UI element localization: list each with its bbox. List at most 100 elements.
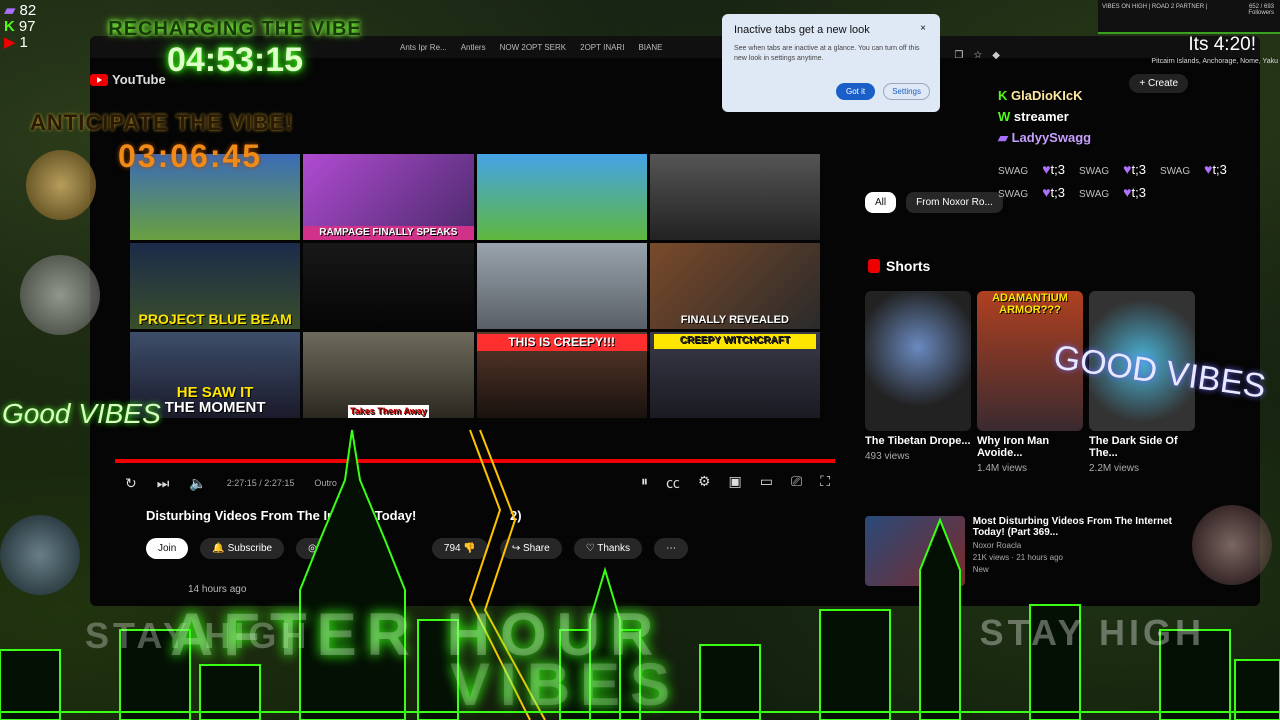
tab[interactable]: NOW 2OPT SERK bbox=[500, 43, 567, 52]
swag-emote: SWAG bbox=[1078, 188, 1110, 200]
heart-icon: ♥ bbox=[1042, 161, 1051, 177]
cast-icon[interactable]: ⎚ bbox=[791, 473, 802, 493]
short-overlay-text: ADAMANTIUM ARMOR??? bbox=[992, 292, 1068, 316]
thumbnail-caption-line: THE MOMENT bbox=[164, 399, 266, 417]
chat-username: streamer bbox=[1013, 109, 1069, 124]
volume-icon[interactable]: 🔈 bbox=[189, 475, 206, 492]
shorts-icon bbox=[868, 259, 880, 273]
share-button[interactable]: ↪ Share bbox=[499, 538, 562, 559]
video-progress-bar[interactable] bbox=[115, 459, 835, 463]
popup-buttons: Got it Settings bbox=[835, 83, 930, 100]
next-icon[interactable]: ⏭ bbox=[157, 475, 170, 492]
emote-text: t;3 bbox=[1050, 162, 1065, 177]
chat-username: LadyySwagg bbox=[1011, 130, 1092, 145]
viewer-stats: ▰ 82 K 97 ▶ 1 bbox=[4, 3, 36, 50]
autoplay-toggle-icon[interactable]: ⏸ bbox=[641, 473, 648, 493]
emote-text: t;3 bbox=[1212, 162, 1227, 177]
miniplayer-icon[interactable]: ▣ bbox=[729, 473, 742, 493]
chat-overlay: K GlaDioKIcK W streamer ▰ LadyySwagg bbox=[998, 88, 1178, 152]
short-views: 1.4M views bbox=[977, 463, 1028, 474]
video-thumbnail-grid[interactable]: RAMPAGE FINALLY SPEAKS PROJECT BLUE BEAM… bbox=[130, 154, 820, 418]
bookmark-icon[interactable]: ☆ bbox=[973, 50, 982, 61]
recommended-title: Most Disturbing Videos From The Internet… bbox=[972, 516, 1172, 538]
browser-toolbar: ❐ ☆ ◆ bbox=[954, 50, 1000, 61]
thanks-button[interactable]: ♡ Thanks bbox=[573, 538, 643, 559]
subscribe-label: Subscribe bbox=[227, 543, 273, 554]
recommended-video[interactable]: 2:14:11 Most Disturbing Videos From The … bbox=[865, 516, 1185, 586]
short-views: 2.2M views bbox=[1089, 463, 1140, 474]
replay-icon[interactable]: ↻ bbox=[125, 475, 137, 492]
timezones: Pitcairn Islands, Anchorage, Nome, Yaku bbox=[1151, 58, 1278, 65]
short-title: The Tibetan Drope... bbox=[865, 435, 971, 447]
got-it-button[interactable]: Got it bbox=[835, 83, 876, 100]
thumbnail-caption: THIS IS CREEPY!!! bbox=[476, 334, 647, 351]
share-label: Share bbox=[523, 543, 550, 554]
banner-title: VIBES ON HIGH | ROAD 2 PARTNER | bbox=[1102, 4, 1208, 10]
tab-icon[interactable]: ❐ bbox=[954, 50, 963, 61]
cat-sticker bbox=[1192, 505, 1272, 585]
swag-emote: SWAG bbox=[998, 188, 1029, 200]
stream-banner: VIBES ON HIGH | ROAD 2 PARTNER | 652 / 6… bbox=[1098, 0, 1280, 34]
tab[interactable]: Ants Ipr Re... bbox=[400, 43, 447, 52]
video-title-text: Disturbing Videos From The Internet Toda… bbox=[146, 508, 417, 523]
short-item[interactable]: The Tibetan Drope... 493 views bbox=[865, 291, 971, 474]
inactive-tabs-popup: Inactive tabs get a new look × See when … bbox=[722, 14, 940, 112]
like-button[interactable]: 794 👎 bbox=[431, 538, 488, 559]
recharging-countdown: RECHARGING THE VIBE 04:53:15 bbox=[80, 18, 390, 80]
extension-icon[interactable]: ◆ bbox=[992, 50, 1000, 61]
chip-all[interactable]: All bbox=[865, 192, 897, 213]
youtube-count: 1 bbox=[19, 33, 28, 51]
thumbnail: Takes Them Away bbox=[303, 332, 474, 418]
captions-icon[interactable]: ㏄ bbox=[666, 473, 680, 493]
twitch-icon: ▰ bbox=[4, 2, 16, 19]
cat-sticker bbox=[20, 255, 100, 335]
player-controls: ↻ ⏭ 🔈 2:27:15 / 2:27:15 Outro ⏸ ㏄ ⚙ ▣ ▭ … bbox=[125, 472, 830, 494]
join-button[interactable]: Join bbox=[146, 538, 189, 559]
tab[interactable]: 2OPT INARI bbox=[580, 43, 624, 52]
swag-emote: SWAG bbox=[1078, 166, 1110, 177]
settings-button[interactable]: Settings bbox=[883, 83, 930, 100]
related-filter-chips: All From Noxor Ro... bbox=[865, 192, 1003, 213]
stay-high-sign-right: STAY HIGH bbox=[979, 612, 1205, 653]
short-item[interactable]: ADAMANTIUM ARMOR??? Why Iron Man Avoide.… bbox=[977, 291, 1083, 474]
subscribe-button[interactable]: 🔔 Subscribe bbox=[200, 538, 285, 559]
chip-from-channel[interactable]: From Noxor Ro... bbox=[906, 192, 1003, 213]
kick-icon: K bbox=[998, 88, 1011, 103]
thumbnail bbox=[476, 154, 647, 240]
emote-row: SWAG ♥t;3 SWAG ♥t;3 SWAG ♥t;3 bbox=[998, 158, 1278, 181]
chapter-label[interactable]: Outro bbox=[314, 478, 337, 488]
more-actions-button[interactable]: ⋯ bbox=[654, 538, 689, 559]
youtube-viewers: ▶ 1 bbox=[4, 33, 36, 51]
thumbnail-caption: FINALLY REVEALED bbox=[680, 314, 789, 327]
dislike-icon[interactable]: 👎 bbox=[463, 543, 475, 554]
thumbnail-caption bbox=[386, 325, 390, 329]
recommended-channel: Noxor Roacla bbox=[972, 541, 1022, 550]
vibes-sign: VIBES bbox=[450, 651, 681, 718]
tab[interactable]: Antlers bbox=[461, 43, 486, 52]
heart-icon: ♥ bbox=[1042, 183, 1051, 200]
thumbnail-caption: Takes Them Away bbox=[347, 404, 429, 418]
anticipate-title: ANTICIPATE THE VIBE! bbox=[30, 110, 294, 135]
follower-goal: 652 / 693 Followers bbox=[1248, 4, 1274, 16]
emote-wall: SWAG ♥t;3 SWAG ♥t;3 SWAG ♥t;3 SWAG ♥t;3 SWAG ♥t;… bbox=[998, 158, 1278, 204]
like-count: 794 bbox=[443, 543, 461, 554]
thumbnail-caption: PROJECT BLUE BEAM bbox=[138, 311, 292, 328]
swag-emote: SWAG bbox=[1159, 166, 1191, 177]
clock-text: Its 4:20! bbox=[1188, 34, 1256, 55]
shorts-label: Shorts bbox=[886, 258, 931, 274]
tab[interactable]: BIANE bbox=[638, 43, 662, 52]
follower-label: Followers bbox=[1248, 10, 1274, 16]
fullscreen-icon[interactable]: ⛶ bbox=[820, 473, 830, 493]
youtube-icon: ▶ bbox=[4, 33, 16, 51]
short-thumbnail bbox=[865, 291, 971, 431]
theater-mode-icon[interactable]: ▭ bbox=[760, 473, 773, 493]
settings-gear-icon[interactable]: ⚙ bbox=[698, 473, 711, 493]
close-icon[interactable]: × bbox=[920, 23, 926, 34]
player-right-controls: ⏸ ㏄ ⚙ ▣ ▭ ⎚ ⛶ bbox=[641, 473, 830, 493]
video-title: Disturbing Videos From The Internet Toda… bbox=[146, 508, 522, 523]
countdown-title: RECHARGING THE VIBE bbox=[108, 18, 362, 40]
countdown-time: 04:53:15 bbox=[166, 41, 304, 79]
emote-text: t;3 bbox=[1131, 162, 1146, 177]
remix-button[interactable]: ◎ Remix bbox=[296, 538, 360, 559]
emote-row: SWAG ♥t;3 SWAG ♥t;3 bbox=[998, 181, 1278, 204]
